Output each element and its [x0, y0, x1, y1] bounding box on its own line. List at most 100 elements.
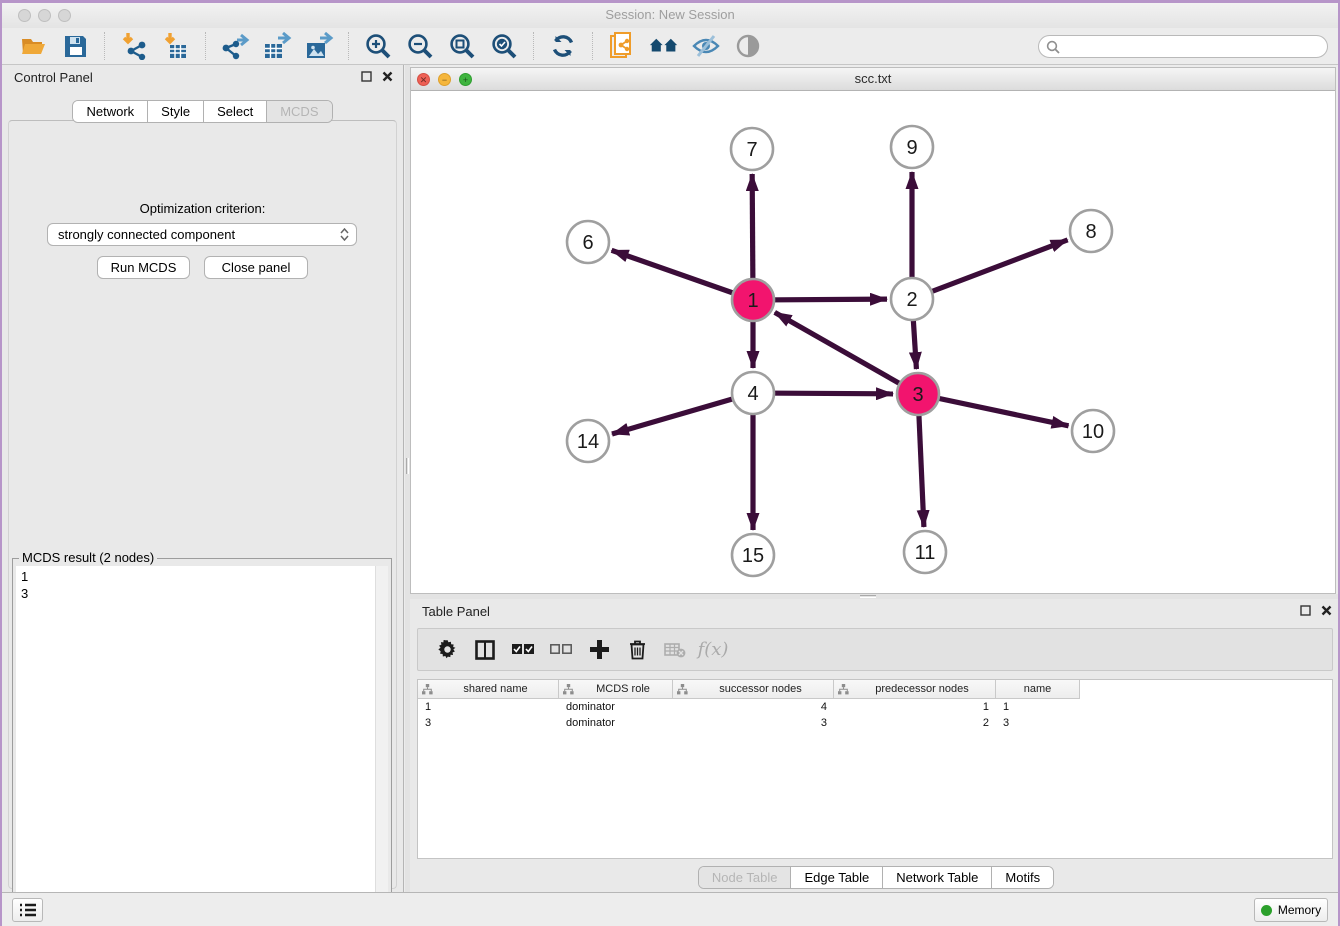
window-title: Session: New Session — [2, 7, 1338, 22]
deselect-all-icon[interactable] — [549, 638, 573, 662]
graph-node-15[interactable]: 15 — [732, 534, 774, 576]
table-row[interactable]: 3dominator323 — [418, 715, 1332, 731]
graph-node-1[interactable]: 1 — [732, 279, 774, 321]
tab-network[interactable]: Network — [73, 101, 147, 122]
divider-grip[interactable] — [406, 458, 409, 474]
table-panel: Table Panel — [410, 599, 1340, 895]
graph-node-14[interactable]: 14 — [567, 420, 609, 462]
tab-motifs[interactable]: Motifs — [991, 867, 1053, 888]
graph-node-3[interactable]: 3 — [897, 373, 939, 415]
graph-node-6[interactable]: 6 — [567, 221, 609, 263]
control-panel: Control Panel NetworkStyleSelectMCDS Opt… — [2, 65, 404, 895]
tab-mcds[interactable]: MCDS — [266, 101, 331, 122]
network-window-title: scc.txt — [411, 71, 1335, 86]
table-panel-title: Table Panel — [422, 604, 490, 619]
open-session-icon[interactable] — [18, 31, 48, 61]
network-window-titlebar: ✕ − + scc.txt — [411, 68, 1335, 91]
refresh-layout-icon[interactable] — [548, 31, 578, 61]
node-label: 1 — [747, 290, 758, 312]
optimization-criterion-label: Optimization criterion: — [2, 201, 403, 216]
zoom-in-icon[interactable] — [363, 31, 393, 61]
tab-style[interactable]: Style — [147, 101, 203, 122]
column-header-successor-nodes[interactable]: successor nodes — [673, 680, 834, 699]
first-neighbors-icon[interactable] — [649, 31, 679, 61]
mcds-result-text[interactable]: 1 3 — [16, 566, 388, 926]
zoom-selected-icon[interactable] — [489, 31, 519, 61]
table-cell: 3 — [418, 715, 559, 731]
graph-edge-3-1[interactable] — [775, 312, 918, 394]
export-table-icon[interactable] — [262, 31, 292, 61]
delete-icon[interactable] — [625, 638, 649, 662]
column-type-icon — [677, 684, 688, 695]
node-label: 4 — [747, 383, 758, 405]
column-type-icon — [422, 684, 433, 695]
memory-button[interactable]: Memory — [1254, 898, 1328, 922]
zoom-fit-icon[interactable] — [447, 31, 477, 61]
network-from-file-icon[interactable] — [607, 31, 637, 61]
graph-node-10[interactable]: 10 — [1072, 410, 1114, 452]
save-session-icon[interactable] — [60, 31, 90, 61]
node-label: 9 — [906, 137, 917, 159]
column-type-icon — [563, 684, 574, 695]
show-graphics-details-icon[interactable] — [733, 31, 763, 61]
node-label: 2 — [906, 289, 917, 311]
add-icon[interactable] — [587, 638, 611, 662]
gear-icon[interactable] — [435, 638, 459, 662]
export-image-icon[interactable] — [304, 31, 334, 61]
graph-node-8[interactable]: 8 — [1070, 210, 1112, 252]
node-label: 3 — [912, 384, 923, 406]
graph-node-4[interactable]: 4 — [732, 372, 774, 414]
control-panel-title: Control Panel — [14, 70, 93, 85]
tab-node-table[interactable]: Node Table — [699, 867, 791, 888]
graph-edge-3-10[interactable] — [918, 394, 1069, 426]
table-toolbar: f(x) — [417, 628, 1333, 671]
window-titlebar: Session: New Session — [2, 3, 1338, 28]
criterion-value: strongly connected component — [58, 227, 235, 242]
tab-network-table[interactable]: Network Table — [882, 867, 991, 888]
zoom-out-icon[interactable] — [405, 31, 435, 61]
run-mcds-button[interactable]: Run MCDS — [97, 256, 190, 279]
close-panel-icon[interactable] — [382, 71, 393, 82]
tab-select[interactable]: Select — [203, 101, 266, 122]
column-header-predecessor-nodes[interactable]: predecessor nodes — [834, 680, 996, 699]
node-label: 14 — [577, 431, 599, 453]
graph-svg: 1 2 3 4 6 7 8 9 10 11 14 15 — [411, 91, 1335, 593]
application-window: Session: New Session — [0, 0, 1340, 926]
search-icon — [1046, 40, 1060, 54]
network-canvas[interactable]: 1 2 3 4 6 7 8 9 10 11 14 15 — [411, 91, 1335, 593]
graph-node-11[interactable]: 11 — [904, 531, 946, 573]
column-label: MCDS role — [574, 683, 672, 695]
columns-icon[interactable] — [473, 638, 497, 662]
table-row[interactable]: 1dominator411 — [418, 699, 1332, 715]
criterion-select[interactable]: strongly connected component — [47, 223, 357, 246]
graph-node-7[interactable]: 7 — [731, 128, 773, 170]
table-cell: dominator — [559, 715, 673, 731]
import-network-icon[interactable] — [119, 31, 149, 61]
divider-grip[interactable] — [860, 595, 876, 598]
table-cell: 3 — [673, 715, 834, 731]
tab-edge-table[interactable]: Edge Table — [790, 867, 882, 888]
graph-node-2[interactable]: 2 — [891, 278, 933, 320]
float-panel-icon[interactable] — [1300, 605, 1311, 616]
column-header-shared-name[interactable]: shared name — [418, 680, 559, 699]
search-input[interactable] — [1038, 35, 1328, 58]
graph-edge-2-8[interactable] — [912, 240, 1068, 299]
memory-status-icon — [1261, 905, 1272, 916]
select-all-icon[interactable] — [511, 638, 535, 662]
column-header-MCDS-role[interactable]: MCDS role — [559, 680, 673, 699]
graph-node-9[interactable]: 9 — [891, 126, 933, 168]
graph-edge-1-6[interactable] — [612, 250, 753, 300]
close-panel-button[interactable]: Close panel — [204, 256, 308, 279]
mcds-result-group: MCDS result (2 nodes) 1 3 — [12, 558, 392, 926]
float-panel-icon[interactable] — [361, 71, 372, 82]
close-panel-icon[interactable] — [1321, 605, 1332, 616]
search-field-wrap — [1038, 35, 1328, 58]
task-history-button[interactable] — [12, 898, 43, 922]
table-cell: 4 — [673, 699, 834, 715]
hide-graphics-details-icon[interactable] — [691, 31, 721, 61]
mcds-result-scrollbar[interactable] — [375, 566, 388, 926]
main-toolbar — [2, 28, 1338, 65]
export-network-icon[interactable] — [220, 31, 250, 61]
import-table-icon[interactable] — [161, 31, 191, 61]
column-header-name[interactable]: name — [996, 680, 1080, 699]
